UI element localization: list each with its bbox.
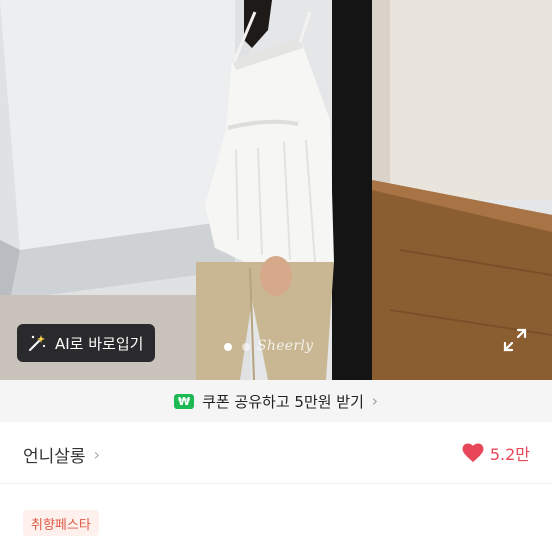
carousel-pager — [224, 343, 250, 351]
heart-icon — [462, 443, 484, 463]
coupon-banner-label: 쿠폰 공유하고 5만원 받기 — [202, 392, 364, 411]
product-title-preview — [23, 547, 523, 552]
won-coupon-icon: ₩ — [174, 393, 195, 409]
chevron-right-icon: › — [93, 445, 100, 464]
like-count: 5.2만 — [489, 445, 530, 464]
pager-dot-active[interactable] — [224, 343, 232, 351]
event-tag[interactable]: 취향페스타 — [23, 510, 99, 536]
product-photo — [0, 0, 552, 380]
product-image-carousel[interactable]: AI로 바로입기 Sheerly — [0, 0, 552, 380]
expand-icon[interactable] — [502, 327, 528, 353]
shop-link[interactable]: 언니살롱 › — [23, 442, 100, 467]
like-button[interactable]: 5.2만 — [462, 441, 530, 465]
ai-try-on-label: AI로 바로입기 — [55, 334, 144, 353]
shop-name: 언니살롱 — [23, 447, 86, 467]
ai-try-on-button[interactable]: AI로 바로입기 — [17, 324, 155, 362]
chevron-right-icon: › — [371, 392, 378, 410]
shop-info-row: 언니살롱 › 5.2만 — [0, 422, 552, 484]
magic-wand-icon — [29, 335, 46, 351]
coupon-share-banner[interactable]: ₩ 쿠폰 공유하고 5만원 받기 › — [0, 380, 552, 422]
photo-watermark: Sheerly — [257, 338, 314, 354]
pager-dot[interactable] — [242, 343, 250, 351]
